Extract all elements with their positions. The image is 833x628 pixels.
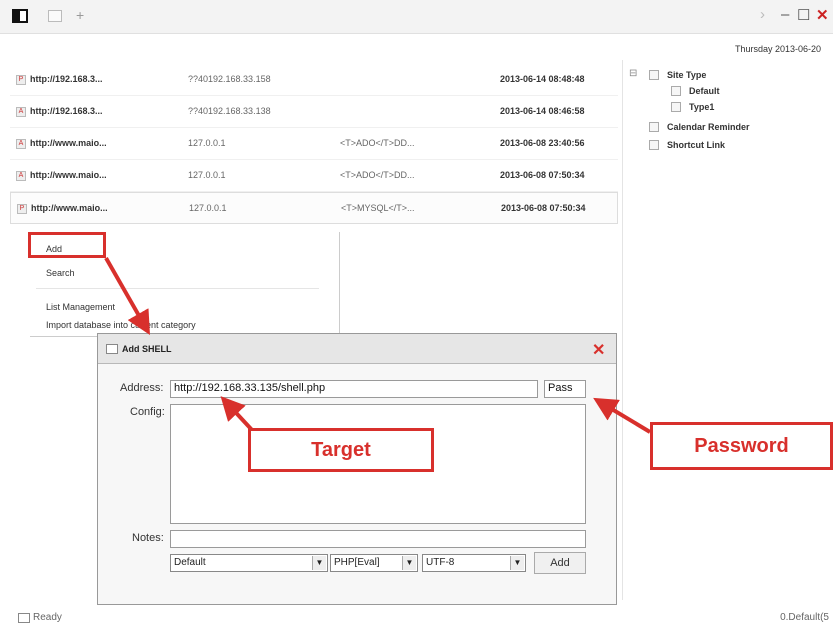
folder-icon: [671, 86, 681, 96]
site-note: <T>ADO</T>DD...: [340, 138, 415, 148]
target-callout: Target: [248, 428, 434, 472]
site-ip: ??40192.168.33.158: [188, 74, 271, 84]
site-time: 2013-06-08 07:50:34: [501, 203, 586, 213]
tree-item-type1[interactable]: Type1: [689, 102, 714, 112]
close-button[interactable]: ✕: [816, 6, 829, 24]
site-ip: 127.0.0.1: [189, 203, 227, 213]
encoding-select[interactable]: UTF-8 ▼: [422, 554, 526, 572]
config-label: Config:: [130, 406, 165, 418]
password-input[interactable]: Pass: [544, 380, 586, 398]
chevron-down-icon: ▼: [402, 556, 416, 570]
add-highlight-box: [28, 232, 106, 258]
php-file-icon: P: [17, 204, 27, 214]
folder-icon: [671, 102, 681, 112]
minimize-button[interactable]: –: [781, 6, 789, 23]
status-text: Ready: [33, 612, 62, 623]
current-date: Thursday 2013-06-20: [734, 44, 821, 54]
site-time: 2013-06-14 08:46:58: [500, 106, 585, 116]
category-tree: ⊟ Site Type Default Type1 Calendar Remin…: [622, 60, 833, 600]
table-row[interactable]: A http://www.maio... 127.0.0.1 <T>ADO</T…: [10, 160, 618, 192]
site-time: 2013-06-08 07:50:34: [500, 170, 585, 180]
tree-item-shortcut[interactable]: Shortcut Link: [667, 140, 725, 150]
site-ip: 127.0.0.1: [188, 170, 226, 180]
asp-file-icon: A: [16, 107, 26, 117]
site-time: 2013-06-14 08:48:48: [500, 74, 585, 84]
site-url: http://192.168.3...: [30, 74, 103, 84]
site-url: http://192.168.3...: [30, 106, 103, 116]
site-url: http://www.maio...: [30, 138, 107, 148]
tree-item-calendar[interactable]: Calendar Reminder: [667, 122, 750, 132]
tree-item-site-type[interactable]: Site Type: [667, 70, 706, 80]
notes-input[interactable]: [170, 530, 586, 548]
table-row[interactable]: P http://www.maio... 127.0.0.1 <T>MYSQL<…: [10, 192, 618, 224]
nav-forward-icon[interactable]: ›: [760, 6, 765, 23]
status-icon: [18, 613, 30, 623]
site-url: http://www.maio...: [31, 203, 108, 213]
address-input[interactable]: http://192.168.33.135/shell.php: [170, 380, 538, 398]
dialog-close-icon[interactable]: ✕: [592, 340, 605, 360]
menu-item-import[interactable]: Import database into current category: [46, 320, 196, 330]
folder-icon: [649, 70, 659, 80]
encoding-select-value: UTF-8: [426, 557, 455, 568]
notes-label: Notes:: [132, 532, 164, 544]
window-icon: [106, 344, 118, 354]
collapse-icon[interactable]: ⊟: [629, 68, 637, 79]
site-time: 2013-06-08 23:40:56: [500, 138, 585, 148]
site-ip: ??40192.168.33.138: [188, 106, 271, 116]
status-category: 0.Default(5: [780, 612, 829, 623]
menu-item-list-management[interactable]: List Management: [46, 302, 115, 312]
menu-divider: [36, 288, 319, 289]
site-note: <T>ADO</T>DD...: [340, 170, 415, 180]
table-row[interactable]: A http://192.168.3... ??40192.168.33.138…: [10, 96, 618, 128]
script-select[interactable]: PHP[Eval] ▼: [330, 554, 418, 572]
table-row[interactable]: A http://www.maio... 127.0.0.1 <T>ADO</T…: [10, 128, 618, 160]
site-list: P http://192.168.3... ??40192.168.33.158…: [10, 64, 618, 224]
script-select-value: PHP[Eval]: [334, 557, 380, 568]
dialog-title: Add SHELL: [122, 344, 172, 354]
top-bar: + › – ☐ ✕: [0, 0, 833, 34]
site-note: <T>MYSQL</T>...: [341, 203, 415, 213]
site-url: http://www.maio...: [30, 170, 107, 180]
table-row[interactable]: P http://192.168.3... ??40192.168.33.158…: [10, 64, 618, 96]
password-callout: Password: [650, 422, 833, 470]
tab-secondary-icon[interactable]: [48, 10, 62, 22]
site-ip: 127.0.0.1: [188, 138, 226, 148]
maximize-button[interactable]: ☐: [797, 6, 810, 24]
asp-file-icon: A: [16, 171, 26, 181]
address-label: Address:: [120, 382, 164, 394]
status-bar: Ready 0.Default(5: [0, 608, 833, 628]
php-file-icon: P: [16, 75, 26, 85]
type-select[interactable]: Default ▼: [170, 554, 328, 572]
dialog-title-bar[interactable]: Add SHELL ✕: [98, 334, 616, 364]
add-button[interactable]: Add: [534, 552, 586, 574]
tree-item-default[interactable]: Default: [689, 86, 720, 96]
menu-item-search[interactable]: Search: [46, 268, 75, 278]
tab-main-icon[interactable]: [12, 9, 28, 23]
chevron-down-icon: ▼: [510, 556, 524, 570]
asp-file-icon: A: [16, 139, 26, 149]
shortcut-icon: [649, 140, 659, 150]
type-select-value: Default: [174, 557, 206, 568]
calendar-icon: [649, 122, 659, 132]
chevron-down-icon: ▼: [312, 556, 326, 570]
new-tab-button[interactable]: +: [76, 7, 84, 23]
